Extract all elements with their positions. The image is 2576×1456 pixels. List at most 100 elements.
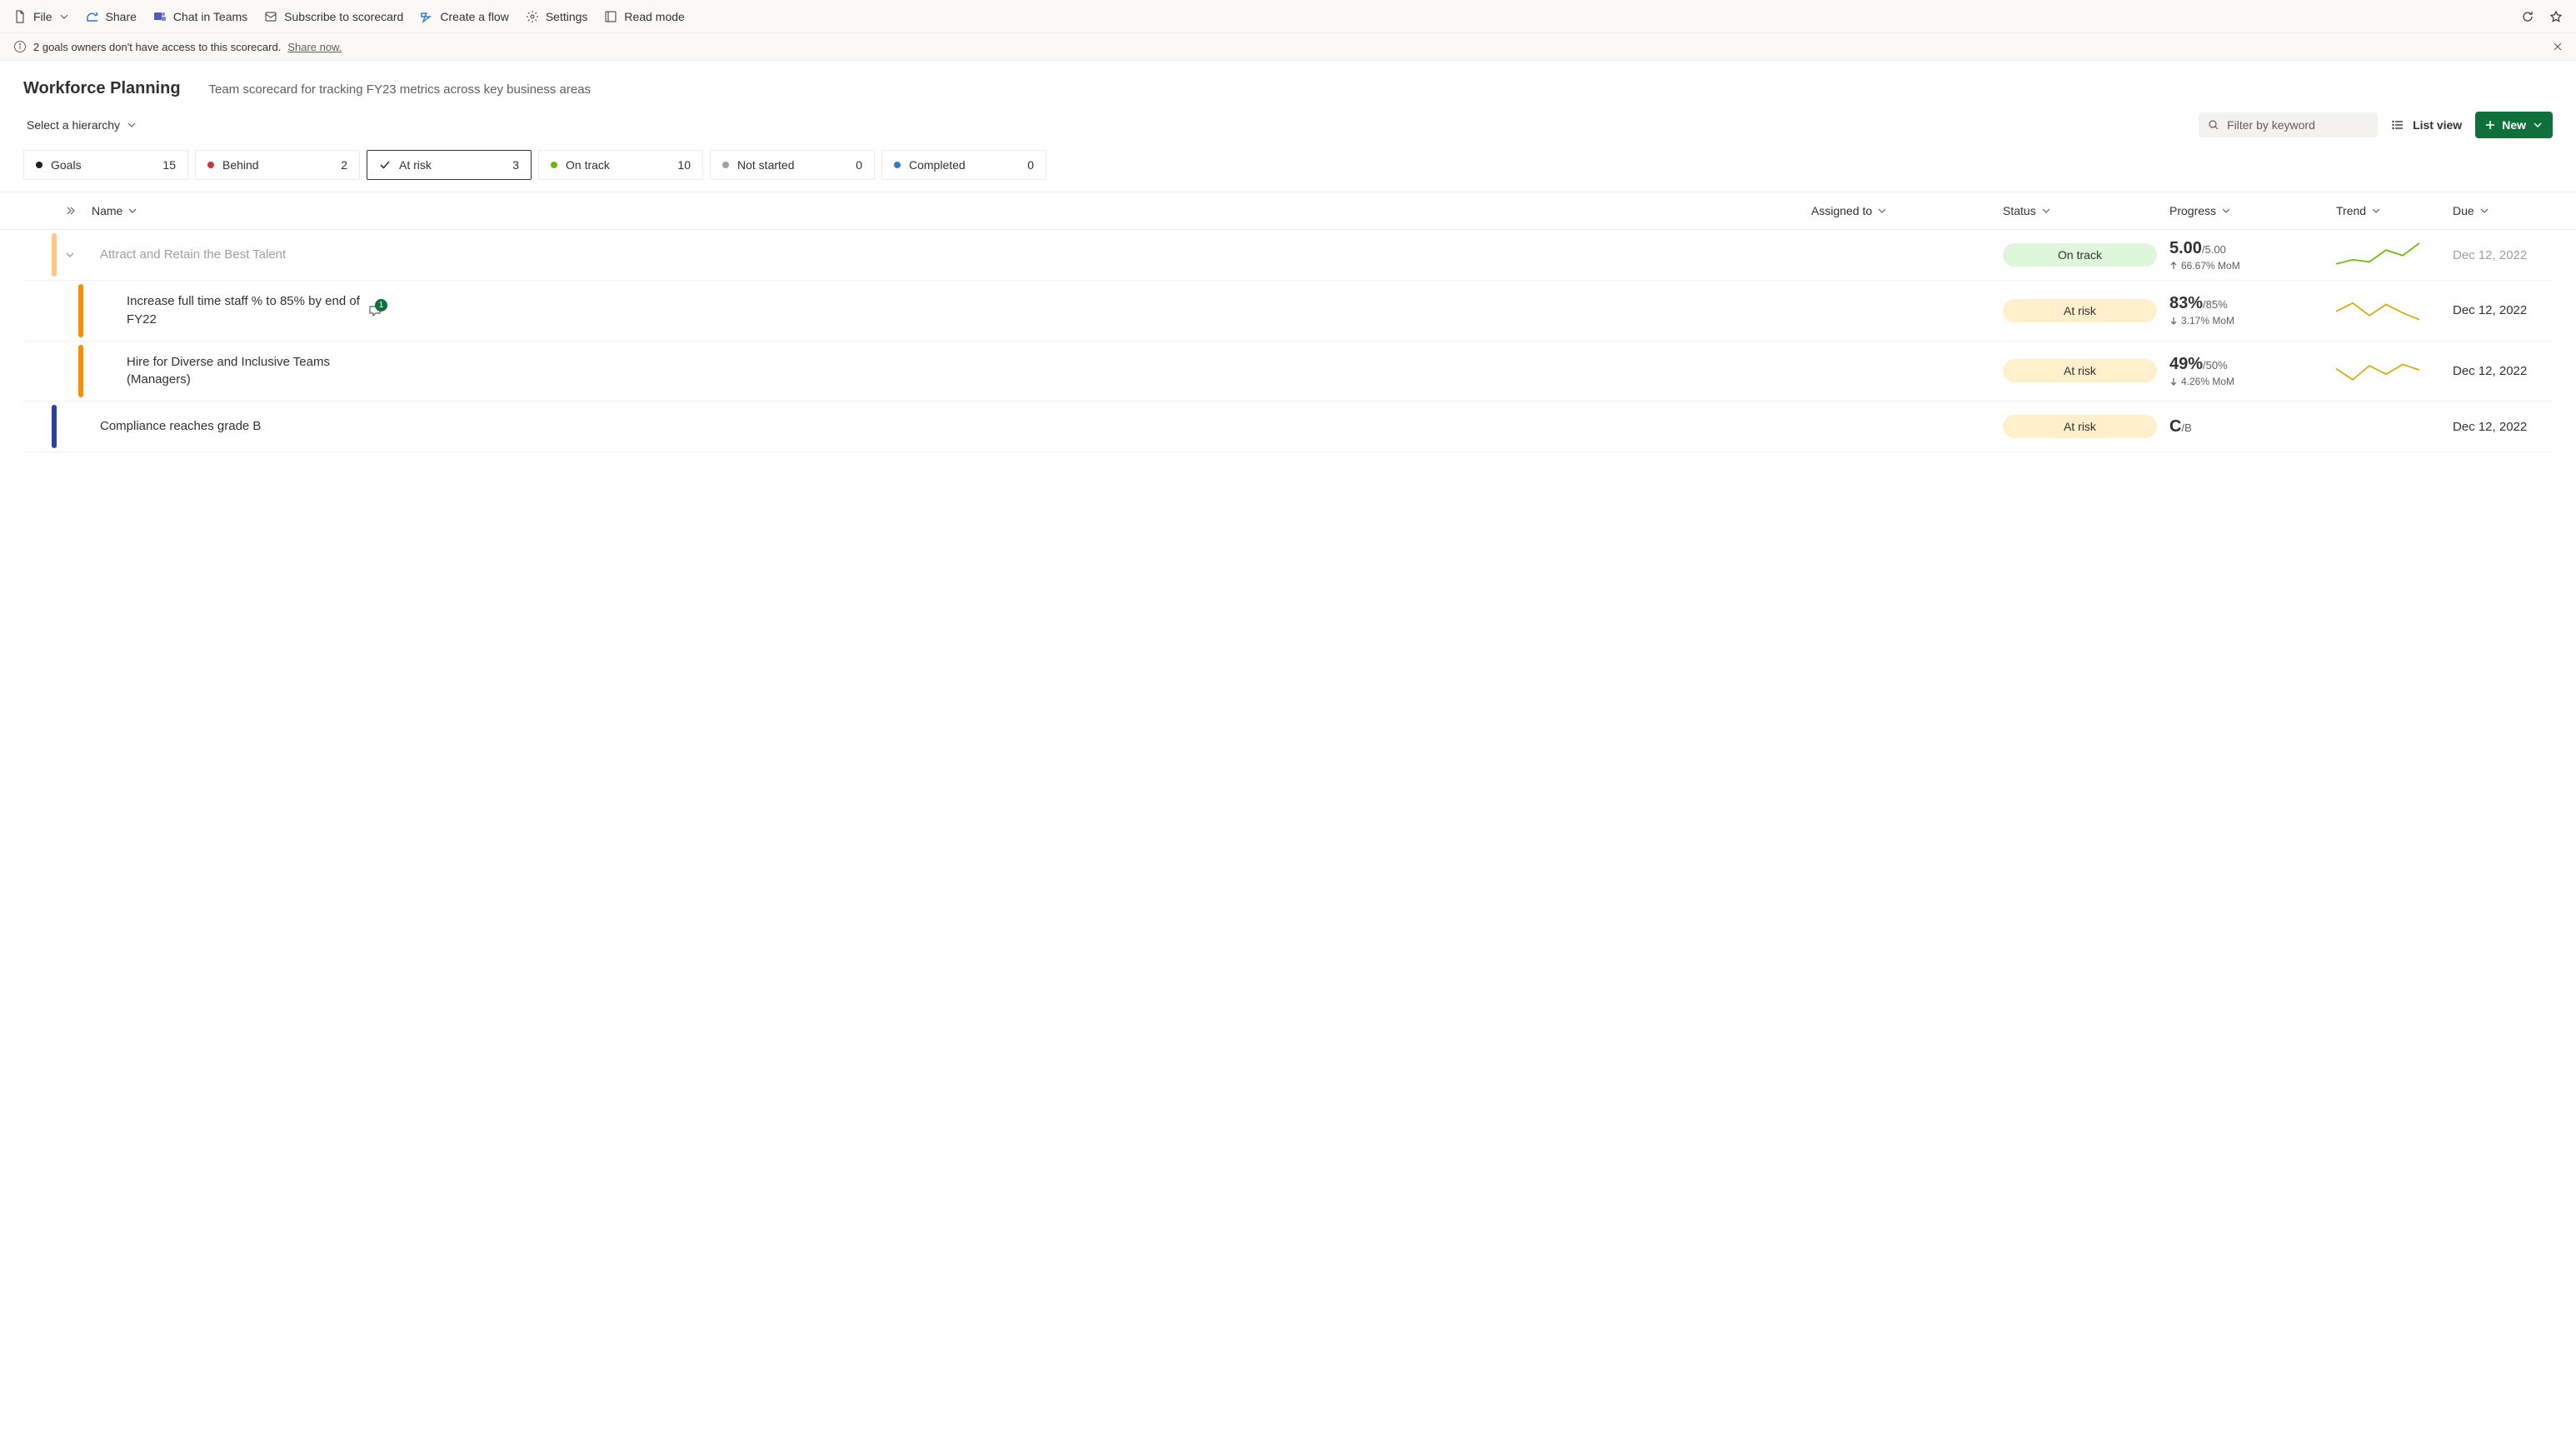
check-icon <box>379 159 391 171</box>
status-dot-icon <box>36 162 42 168</box>
chevron-down-icon <box>2221 206 2231 216</box>
trend-sparkline-icon <box>2336 297 2419 325</box>
row-accent <box>52 233 57 277</box>
filter-count: 10 <box>677 158 691 172</box>
file-label: File <box>33 10 52 23</box>
chevron-down-icon <box>59 12 69 22</box>
table-row[interactable]: Compliance reaches grade BAt riskC/BDec … <box>23 401 2553 452</box>
filter-card[interactable]: Behind2 <box>195 150 360 180</box>
column-progress[interactable]: Progress <box>2169 204 2336 217</box>
table-row[interactable]: Attract and Retain the Best Talent On tra… <box>23 230 2553 281</box>
column-trend[interactable]: Trend <box>2336 204 2453 217</box>
status-badge: On track <box>2003 243 2157 267</box>
filter-label: Not started <box>737 158 847 172</box>
close-icon[interactable] <box>2553 42 2563 52</box>
trend-sparkline-icon <box>2336 241 2419 269</box>
teams-icon <box>153 10 167 23</box>
share-now-link[interactable]: Share now. <box>287 41 342 53</box>
file-icon <box>13 10 27 23</box>
filter-bar: Goals 15 Behind2At risk3 On track 10 Not star… <box>0 150 2576 192</box>
view-label: List view <box>2413 118 2462 132</box>
chat-label: Chat in Teams <box>173 10 247 23</box>
notification-bar: 2 goals owners don't have access to this… <box>0 33 2576 61</box>
controls-row: Select a hierarchy List view New <box>0 107 2576 150</box>
expand-toggle[interactable] <box>53 250 87 260</box>
status-badge: At risk <box>2003 359 2157 382</box>
column-assigned[interactable]: Assigned to <box>1811 204 2003 217</box>
view-switcher[interactable]: List view <box>2391 118 2462 132</box>
subscribe-label: Subscribe to scorecard <box>284 10 403 23</box>
page-header: Workforce Planning Team scorecard for tr… <box>0 61 2576 107</box>
flow-label: Create a flow <box>440 10 508 23</box>
arrow-up-icon <box>2169 262 2178 270</box>
status-badge: At risk <box>2003 299 2157 322</box>
chat-button[interactable]: Chat in Teams <box>153 10 247 23</box>
goal-name: Attract and Retain the Best Talent <box>87 234 1811 276</box>
search-input[interactable] <box>2227 118 2378 132</box>
refresh-icon[interactable] <box>2521 10 2534 23</box>
progress-value: 49%/50% <box>2169 355 2336 374</box>
status-dot-icon <box>722 162 729 168</box>
info-icon <box>13 40 27 53</box>
progress-delta: 66.67% MoM <box>2169 260 2336 272</box>
progress-delta: 4.26% MoM <box>2169 376 2336 387</box>
new-button[interactable]: New <box>2475 112 2553 138</box>
notification-text: 2 goals owners don't have access to this… <box>33 41 281 53</box>
arrow-down-icon <box>2169 377 2178 386</box>
chevron-down-icon <box>65 250 75 260</box>
settings-button[interactable]: Settings <box>526 10 588 23</box>
trend-sparkline-icon <box>2336 357 2419 385</box>
file-menu[interactable]: File <box>13 10 69 23</box>
filter-card[interactable]: At risk3 <box>367 150 532 180</box>
due-cell: Dec 12, 2022 <box>2453 420 2553 434</box>
status-badge: At risk <box>2003 415 2157 438</box>
filter-card[interactable]: Not started0 <box>710 150 875 180</box>
chevron-down-icon <box>2041 206 2051 216</box>
goal-name: Hire for Diverse and Inclusive Teams (Ma… <box>87 342 1811 401</box>
filter-count: 3 <box>512 158 519 172</box>
filter-count: 0 <box>1027 158 1034 172</box>
progress-cell: 83%/85%3.17% MoM <box>2169 294 2336 327</box>
search-icon <box>2209 120 2219 130</box>
chevron-right-double-icon <box>65 206 75 216</box>
column-status[interactable]: Status <box>2003 204 2169 217</box>
goals-table: Name Assigned to Status Progress Trend D… <box>0 192 2576 452</box>
read-icon <box>604 10 617 23</box>
expand-all-toggle[interactable] <box>53 206 87 216</box>
status-cell: On track <box>2003 243 2169 267</box>
table-row[interactable]: Increase full time staff % to 85% by end… <box>23 281 2553 342</box>
trend-cell <box>2336 241 2453 269</box>
progress-delta: 3.17% MoM <box>2169 315 2336 327</box>
column-due[interactable]: Due <box>2453 204 2553 217</box>
chevron-down-icon <box>1877 206 1887 216</box>
filter-label: Behind <box>222 158 332 172</box>
status-cell: At risk <box>2003 415 2169 438</box>
favorite-icon[interactable] <box>2549 10 2563 23</box>
filter-label: Goals <box>51 158 154 172</box>
settings-label: Settings <box>546 10 588 23</box>
flow-button[interactable]: Create a flow <box>420 10 508 23</box>
subscribe-button[interactable]: Subscribe to scorecard <box>264 10 403 23</box>
filter-label: On track <box>566 158 669 172</box>
filter-card[interactable]: On track 10 <box>538 150 703 180</box>
filter-card[interactable]: Goals 15 <box>23 150 188 180</box>
due-cell: Dec 12, 2022 <box>2453 248 2553 262</box>
read-label: Read mode <box>624 10 684 23</box>
subscribe-icon <box>264 10 277 23</box>
comment-indicator[interactable]: 1 <box>368 304 382 317</box>
progress-value: 5.00/5.00 <box>2169 239 2336 258</box>
table-header: Name Assigned to Status Progress Trend D… <box>0 192 2576 230</box>
status-dot-icon <box>207 162 214 168</box>
chevron-down-icon <box>2533 120 2543 130</box>
goal-name: Increase full time staff % to 85% by end… <box>87 281 1811 341</box>
search-box[interactable] <box>2199 112 2378 137</box>
table-row[interactable]: Hire for Diverse and Inclusive Teams (Ma… <box>23 342 2553 402</box>
hierarchy-selector[interactable]: Select a hierarchy <box>23 113 140 137</box>
column-name[interactable]: Name <box>87 204 1811 217</box>
filter-count: 15 <box>162 158 176 172</box>
filter-card[interactable]: Completed0 <box>881 150 1046 180</box>
read-mode-button[interactable]: Read mode <box>604 10 684 23</box>
progress-cell: 5.00/5.00 66.67% MoM <box>2169 239 2336 272</box>
share-button[interactable]: Share <box>86 10 137 23</box>
due-cell: Dec 12, 2022 <box>2453 364 2553 378</box>
